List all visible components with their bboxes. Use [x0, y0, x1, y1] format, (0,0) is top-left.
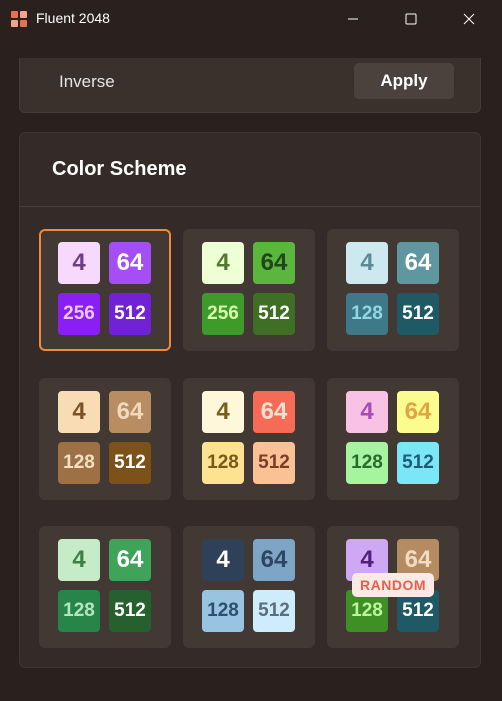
scheme-tile: 128: [202, 590, 244, 632]
scheme-tile: 128: [202, 442, 244, 484]
scheme-tile: 512: [253, 590, 295, 632]
scheme-tile: 64: [397, 391, 439, 433]
scheme-tile: 128: [58, 590, 100, 632]
title-bar: Fluent 2048: [0, 0, 502, 38]
scheme-tile: 64: [109, 539, 151, 581]
minimize-icon: [348, 18, 358, 20]
app-icon: [11, 11, 27, 27]
scheme-tile: 4: [58, 242, 100, 284]
inverse-label: Inverse: [59, 72, 115, 91]
scheme-tile: 64: [253, 242, 295, 284]
scheme-tile: 512: [397, 442, 439, 484]
scheme-tile: 64: [253, 539, 295, 581]
scheme-tile: 4: [346, 242, 388, 284]
random-badge: RANDOM: [352, 573, 434, 597]
maximize-icon: [405, 13, 417, 25]
maximize-button[interactable]: [388, 0, 434, 38]
color-scheme-card-9[interactable]: 4 64 128 512 RANDOM: [327, 526, 459, 648]
app-icon-cell-4: [20, 20, 27, 27]
scheme-tile: 4: [346, 391, 388, 433]
scheme-tile: 64: [253, 391, 295, 433]
scheme-tile: 512: [397, 293, 439, 335]
scheme-tile: 128: [58, 442, 100, 484]
scheme-tile: 4: [202, 242, 244, 284]
scheme-tile: 64: [109, 242, 151, 284]
scheme-tile: 512: [109, 590, 151, 632]
scheme-tile: 4: [58, 391, 100, 433]
inverse-panel: Inverse Apply: [19, 58, 481, 113]
color-scheme-card-3[interactable]: 4 64 128 512: [327, 229, 459, 351]
scheme-tile: 128: [346, 442, 388, 484]
scheme-tile: 256: [202, 293, 244, 335]
scheme-tile: 4: [202, 391, 244, 433]
app-icon-cell-1: [11, 11, 18, 18]
color-scheme-card-6[interactable]: 4 64 128 512: [327, 378, 459, 500]
scheme-tile: 64: [397, 242, 439, 284]
color-scheme-card-2[interactable]: 4 64 256 512: [183, 229, 315, 351]
minimize-button[interactable]: [330, 0, 376, 38]
scheme-tile: 512: [253, 442, 295, 484]
app-icon-cell-2: [20, 11, 27, 18]
color-scheme-card-1[interactable]: 4 64 256 512: [39, 229, 171, 351]
color-scheme-card-4[interactable]: 4 64 128 512: [39, 378, 171, 500]
window-title: Fluent 2048: [36, 10, 110, 26]
color-scheme-card-5[interactable]: 4 64 128 512: [183, 378, 315, 500]
scheme-tile: 512: [253, 293, 295, 335]
scheme-tile: 4: [58, 539, 100, 581]
color-scheme-panel: Color Scheme 4 64 256 512 4 64 256 512 4 64 128 512…: [19, 132, 481, 668]
color-scheme-card-8[interactable]: 4 64 128 512: [183, 526, 315, 648]
color-scheme-title: Color Scheme: [52, 158, 187, 180]
scheme-tile: 256: [58, 293, 100, 335]
scheme-tile: 512: [109, 293, 151, 335]
scheme-tile: 512: [109, 442, 151, 484]
scheme-tile: 4: [202, 539, 244, 581]
scheme-tile: 128: [346, 293, 388, 335]
app-icon-cell-3: [11, 20, 18, 27]
color-scheme-card-7[interactable]: 4 64 128 512: [39, 526, 171, 648]
close-button[interactable]: [446, 0, 492, 38]
apply-button[interactable]: Apply: [354, 63, 454, 99]
scheme-tile: 64: [109, 391, 151, 433]
close-icon: [463, 13, 475, 25]
color-scheme-header: Color Scheme: [20, 133, 480, 207]
